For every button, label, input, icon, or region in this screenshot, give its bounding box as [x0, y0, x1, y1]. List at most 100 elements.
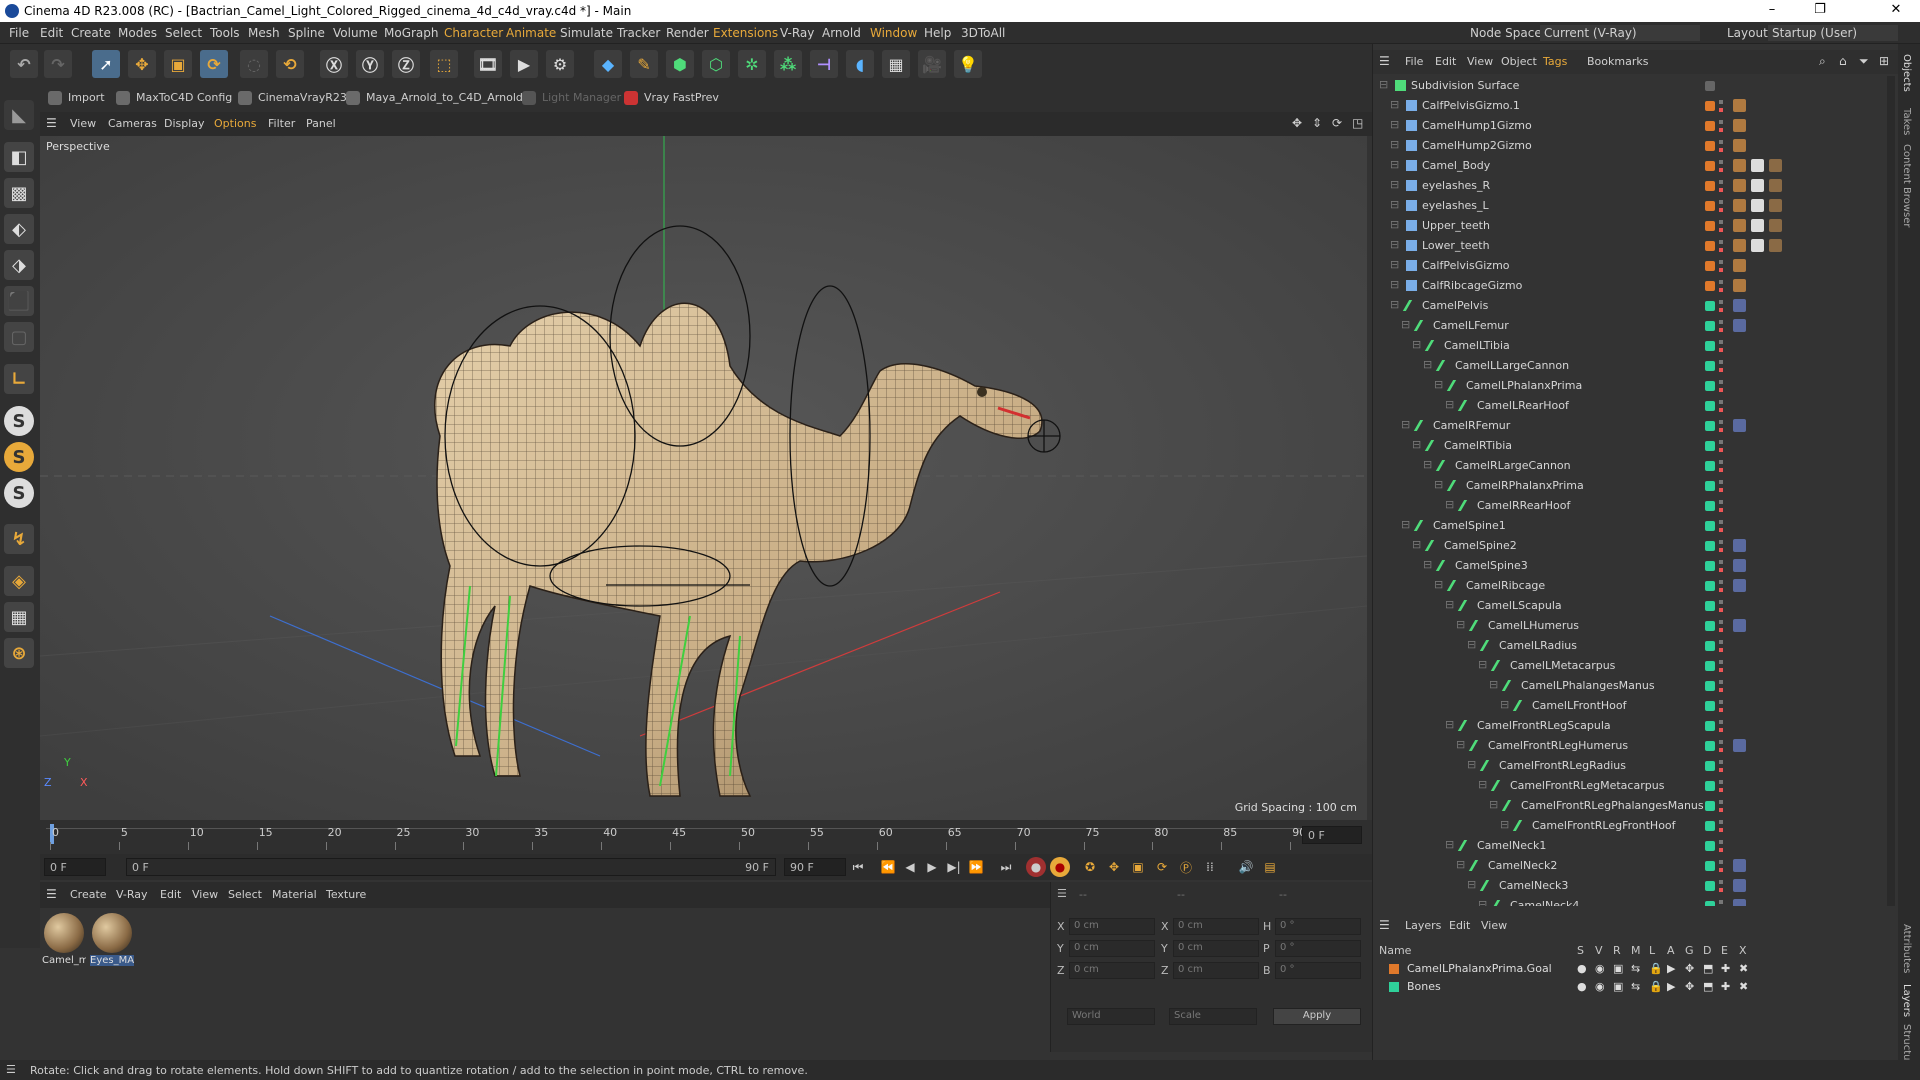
goto-start-icon[interactable]: ⏮: [848, 857, 868, 877]
layer-toggle-icon[interactable]: ✥: [1685, 962, 1694, 975]
visibility-dots[interactable]: [1719, 260, 1723, 272]
objects-hamburger-icon[interactable]: ☰: [1379, 54, 1390, 68]
layer-color-swatch[interactable]: [1705, 761, 1715, 771]
import-button[interactable]: Import: [48, 91, 105, 105]
expand-toggle-icon[interactable]: ⊟: [1390, 118, 1399, 131]
layer-color-swatch[interactable]: [1705, 101, 1715, 111]
object-row[interactable]: ⊟ CamelNeck1: [1373, 836, 1883, 856]
visibility-dots[interactable]: [1719, 600, 1723, 612]
visibility-dots[interactable]: [1719, 820, 1723, 832]
layer-toggle-icon[interactable]: ◉: [1595, 962, 1605, 975]
object-row[interactable]: ⊟ CamelNeck3: [1373, 876, 1883, 896]
key-position-icon[interactable]: ✥: [1104, 857, 1124, 877]
expand-toggle-icon[interactable]: ⊟: [1445, 598, 1454, 611]
workplane-icon[interactable]: ◈: [4, 566, 34, 596]
object-row[interactable]: ⊟ CamelSpine3: [1373, 556, 1883, 576]
close-button[interactable]: ✕: [1876, 2, 1916, 20]
object-row[interactable]: ⊟ CamelHump1Gizmo: [1373, 116, 1883, 136]
layers-menu-layers[interactable]: Layers: [1405, 919, 1441, 932]
objects-menu-file[interactable]: File: [1405, 55, 1423, 68]
material-tag-icon[interactable]: [1733, 199, 1746, 212]
layer-color-swatch[interactable]: [1705, 681, 1715, 691]
frame-range-slider[interactable]: 0 F 90 F: [126, 858, 776, 876]
weight-tag-icon[interactable]: [1733, 739, 1746, 752]
expand-toggle-icon[interactable]: ⊟: [1390, 278, 1399, 291]
camera-icon[interactable]: 🎥: [918, 50, 946, 78]
maximize-view-icon[interactable]: ◳: [1352, 116, 1363, 130]
layer-row[interactable]: CamelLPhalanxPrima.Goal ● ◉ ▣ ⇆ 🔒 ▶ ✥ ⬒ ✚ ✖: [1373, 960, 1899, 978]
scale-tool-icon[interactable]: ▣: [164, 50, 192, 78]
layer-color-swatch[interactable]: [1705, 421, 1715, 431]
layer-toggle-icon[interactable]: ▣: [1613, 962, 1623, 975]
layer-color-swatch[interactable]: [1705, 261, 1715, 271]
layer-color-swatch[interactable]: [1705, 881, 1715, 891]
viewport-menu-cameras[interactable]: Cameras: [108, 117, 157, 130]
checkmark-icon[interactable]: [1705, 81, 1715, 91]
layer-toggle-icon[interactable]: 🔒: [1649, 962, 1663, 975]
zoom-view-icon[interactable]: ⇕: [1312, 116, 1322, 130]
start-frame-field[interactable]: 0 F: [44, 858, 106, 876]
subdivision-surface-icon[interactable]: ⬢: [666, 50, 694, 78]
expand-toggle-icon[interactable]: ⊟: [1412, 438, 1421, 451]
material-tag-icon[interactable]: [1769, 159, 1782, 172]
make-editable-icon[interactable]: ◣: [4, 100, 34, 130]
coord-value-field[interactable]: 0 cm: [1173, 940, 1259, 957]
material-menu-view[interactable]: View: [192, 888, 218, 901]
tab-attributes[interactable]: Attributes: [1901, 924, 1912, 973]
visibility-dots[interactable]: [1719, 140, 1723, 152]
coordinate-space-dropdown[interactable]: World: [1067, 1008, 1155, 1025]
y-axis-lock-icon[interactable]: Ⓨ: [356, 50, 384, 78]
layer-color-swatch[interactable]: [1389, 982, 1399, 992]
visibility-dots[interactable]: [1719, 860, 1723, 872]
object-row[interactable]: ⊟ CamelLScapula: [1373, 596, 1883, 616]
viewport-menu-display[interactable]: Display: [164, 117, 205, 130]
material-hamburger-icon[interactable]: ☰: [46, 887, 57, 901]
render-settings-icon[interactable]: ⚙: [546, 50, 574, 78]
object-row[interactable]: ⊟ CamelLLargeCannon: [1373, 356, 1883, 376]
menu-spline[interactable]: Spline: [288, 26, 325, 40]
object-row[interactable]: ⊟ Subdivision Surface: [1373, 76, 1883, 96]
mograph-icon[interactable]: ⁂: [774, 50, 802, 78]
node-space-dropdown[interactable]: Current (V-Ray): [1540, 25, 1700, 41]
material-tag-icon[interactable]: [1733, 279, 1746, 292]
layer-color-swatch[interactable]: [1705, 381, 1715, 391]
coord-value-field[interactable]: 0 cm: [1069, 962, 1155, 979]
layer-color-swatch[interactable]: [1705, 201, 1715, 211]
weight-tag-icon[interactable]: [1733, 419, 1746, 432]
coord-value-field[interactable]: 0 °: [1275, 940, 1361, 957]
maya-arnold-button[interactable]: Maya_Arnold_to_C4D_Arnold: [346, 91, 523, 105]
tab-takes[interactable]: Takes: [1901, 108, 1912, 135]
layers-menu-view[interactable]: View: [1481, 919, 1507, 932]
material-tag-icon[interactable]: [1733, 179, 1746, 192]
expand-toggle-icon[interactable]: ⊟: [1478, 898, 1487, 906]
expand-toggle-icon[interactable]: ⊟: [1456, 618, 1465, 631]
coord-value-field[interactable]: 0 cm: [1173, 962, 1259, 979]
expand-toggle-icon[interactable]: ⊟: [1401, 318, 1410, 331]
object-row[interactable]: ⊟ CamelLFrontHoof: [1373, 696, 1883, 716]
material-tag-icon[interactable]: [1733, 259, 1746, 272]
sound-icon[interactable]: 🔊: [1236, 857, 1256, 877]
expand-toggle-icon[interactable]: ⊟: [1467, 638, 1476, 651]
object-row[interactable]: ⊟ Lower_teeth: [1373, 236, 1883, 256]
object-tree-scrollbar[interactable]: [1887, 76, 1895, 906]
field-icon[interactable]: ◖: [846, 50, 874, 78]
object-row[interactable]: ⊟ CamelSpine2: [1373, 536, 1883, 556]
coord-value-field[interactable]: 0 cm: [1173, 918, 1259, 935]
layer-color-swatch[interactable]: [1705, 501, 1715, 511]
visibility-dots[interactable]: [1719, 400, 1723, 412]
layer-color-swatch[interactable]: [1705, 321, 1715, 331]
search-icon[interactable]: ⌕: [1819, 54, 1826, 69]
object-row[interactable]: ⊟ CalfPelvisGizmo: [1373, 256, 1883, 276]
material-tag-icon[interactable]: [1769, 199, 1782, 212]
objects-menu-object[interactable]: Object: [1501, 55, 1537, 68]
expand-toggle-icon[interactable]: ⊟: [1423, 558, 1432, 571]
expand-toggle-icon[interactable]: ⊟: [1467, 758, 1476, 771]
layer-color-swatch[interactable]: [1705, 901, 1715, 906]
layer-toggle-icon[interactable]: ◉: [1595, 980, 1605, 993]
object-row[interactable]: ⊟ CamelLPhalanxPrima: [1373, 376, 1883, 396]
coords-hamburger-icon[interactable]: ☰: [1057, 887, 1067, 900]
viewport-menu-options[interactable]: Options: [214, 117, 256, 130]
menu-character[interactable]: Character: [444, 26, 503, 40]
light-manager-button[interactable]: Light Manager: [522, 91, 621, 105]
layer-color-swatch[interactable]: [1705, 481, 1715, 491]
